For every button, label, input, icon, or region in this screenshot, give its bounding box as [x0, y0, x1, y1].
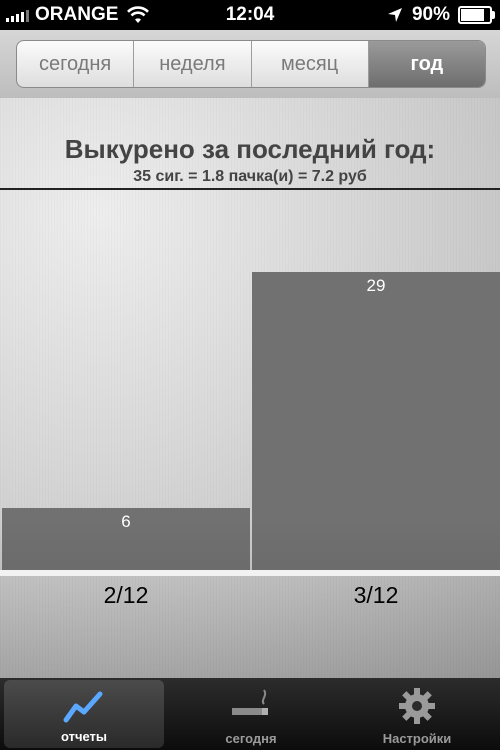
tab-today-label: сегодня: [225, 731, 277, 746]
tab-today[interactable]: сегодня: [168, 678, 334, 750]
report-summary: 35 сиг. = 1.8 пачка(и) = 7.2 руб: [133, 168, 367, 185]
header-divider: [0, 188, 500, 190]
status-right: 90%: [386, 4, 495, 26]
cigarette-icon: [232, 689, 268, 715]
period-selector-bar: сегодня неделя месяц год: [0, 30, 500, 98]
battery-icon: [458, 6, 495, 24]
report-title: Выкурено за последний год:: [64, 134, 436, 164]
tab-reports[interactable]: отчеты: [4, 680, 164, 748]
segment-year[interactable]: год: [368, 41, 485, 87]
x-tick-label: 3/12: [353, 582, 399, 608]
period-segmented-control: сегодня неделя месяц год: [16, 40, 486, 88]
segment-today[interactable]: сегодня: [17, 41, 135, 87]
bar-3-12: [252, 272, 500, 570]
tab-settings-label: Настройки: [382, 731, 452, 746]
bar-2-12: [2, 508, 250, 570]
segment-week[interactable]: неделя: [134, 41, 252, 87]
chart-line-icon: [63, 691, 103, 723]
battery-level-fill: [461, 9, 485, 21]
chart-baseline: [0, 570, 500, 576]
status-bar: ORANGE 12:04 90%: [0, 0, 500, 30]
tab-bar: отчеты сегодня Настройки: [0, 678, 500, 750]
report-content: 6 29 Выкурено за последний год: 35 сиг. =…: [0, 98, 500, 678]
location-arrow-icon: [387, 8, 402, 22]
battery-percent: 90%: [411, 4, 450, 25]
bar-value-label: 6: [121, 512, 131, 532]
segment-month[interactable]: месяц: [252, 41, 369, 87]
bar-value-label: 29: [366, 276, 386, 296]
x-tick-label: 2/12: [103, 582, 149, 608]
tab-settings[interactable]: Настройки: [334, 678, 500, 750]
tab-reports-label: отчеты: [60, 729, 108, 744]
gear-icon: [399, 688, 435, 724]
